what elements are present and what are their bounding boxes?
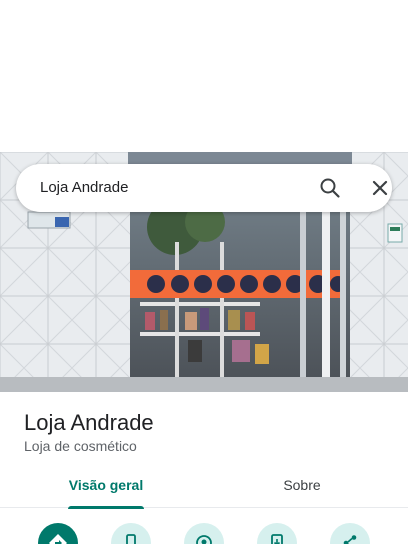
- directions-button[interactable]: [38, 523, 78, 544]
- call-button[interactable]: [111, 523, 151, 544]
- search-icon[interactable]: [318, 176, 342, 200]
- search-input[interactable]: Loja Andrade: [40, 178, 128, 198]
- nearby-button[interactable]: [184, 523, 224, 544]
- map-blank-area: [0, 0, 408, 152]
- nearby-icon: [196, 535, 212, 544]
- tab-about-label: Sobre: [283, 477, 321, 493]
- directions-icon: [49, 534, 67, 544]
- active-tab-indicator: [68, 506, 144, 509]
- tab-overview-label: Visão geral: [68, 477, 144, 493]
- send-to-phone-button[interactable]: [257, 523, 297, 544]
- search-bar[interactable]: Loja Andrade: [16, 164, 392, 212]
- share-icon: [343, 535, 357, 544]
- place-tabs: Visão geral Sobre: [0, 466, 408, 509]
- phone-icon: [126, 534, 136, 544]
- save-to-phone-icon: [271, 534, 283, 544]
- close-icon[interactable]: [368, 176, 392, 200]
- place-category[interactable]: Loja de cosmético: [24, 437, 137, 455]
- tab-about[interactable]: Sobre: [256, 466, 348, 508]
- share-button[interactable]: [330, 523, 370, 544]
- action-buttons: [0, 520, 408, 544]
- place-title: Loja Andrade: [24, 410, 154, 435]
- tab-overview[interactable]: Visão geral: [60, 466, 152, 509]
